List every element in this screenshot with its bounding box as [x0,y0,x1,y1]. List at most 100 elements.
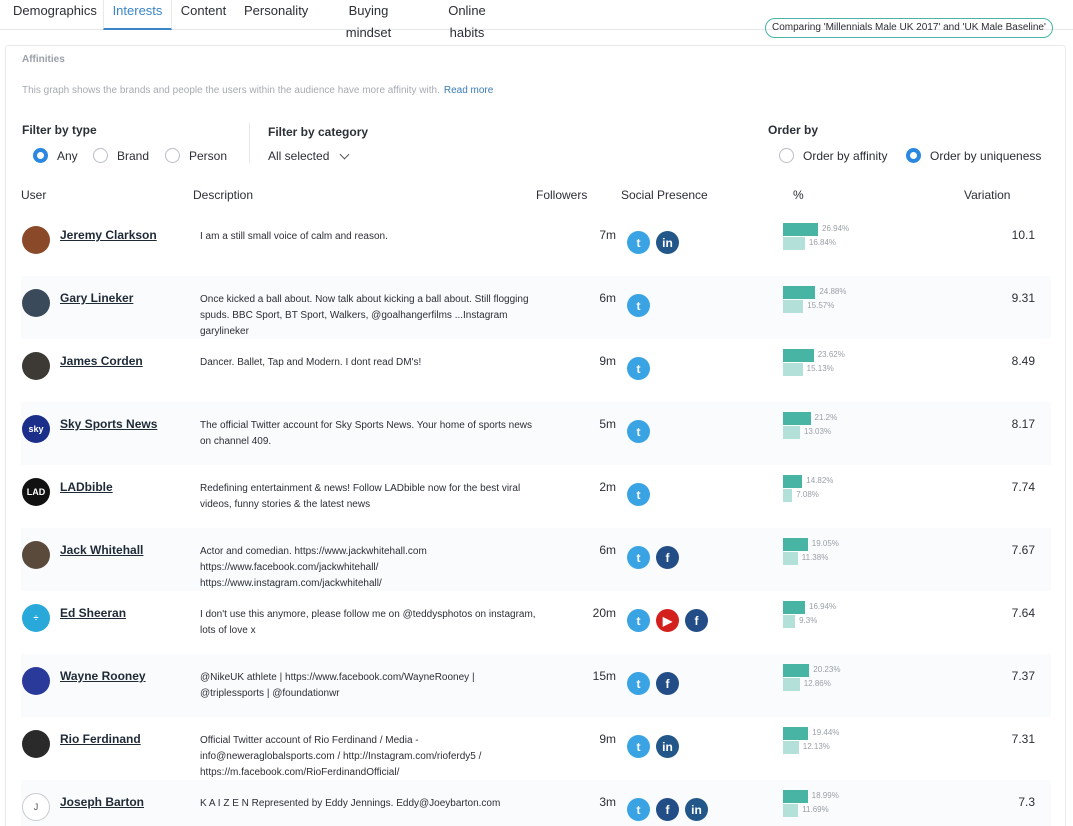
twitter-icon[interactable]: t [627,798,650,821]
column-header-followers: Followers [536,188,588,202]
user-name-link[interactable]: Sky Sports News [60,417,157,431]
variation-value: 7.67 [1011,543,1035,557]
column-header-description: Description [193,188,254,202]
audience-bar [783,475,803,488]
audience-percent-label: 23.62% [817,350,845,359]
audience-bar [783,286,816,299]
type-radio-person[interactable]: Person [165,148,227,163]
table-row: Wayne Rooney @NikeUK athlete | https://ww… [21,654,1051,717]
chevron-down-icon [339,149,350,159]
user-name-link[interactable]: LADbible [60,480,113,494]
social-presence: t [627,294,650,317]
facebook-icon[interactable]: f [656,798,679,821]
twitter-icon[interactable]: t [627,357,650,380]
affinities-panel: Affinities This graph shows the brands a… [5,45,1066,826]
social-presence: t in [627,231,679,254]
table-row: LAD LADbible Redefining entertainment & ne… [21,465,1051,528]
facebook-icon[interactable]: f [685,609,708,632]
order-radio-affinity[interactable]: Order by affinity [779,148,887,163]
user-description: The official Twitter account for Sky Spo… [200,420,533,447]
linkedin-icon[interactable]: in [685,798,708,821]
followers-count: 6m [599,543,616,557]
user-description: I am a still small voice of calm and rea… [200,231,388,242]
percent-bars: 23.62% 15.13% [783,349,903,379]
user-description: @NikeUK athlete | https://www.facebook.c… [200,672,475,699]
social-presence: tf [627,672,679,695]
social-presence: t f in [627,798,708,821]
twitter-icon[interactable]: t [627,609,650,632]
audience-bar [783,412,811,425]
variation-value: 7.37 [1011,669,1035,683]
category-select[interactable]: All selected [268,149,350,163]
avatar: J [22,793,50,821]
user-name-link[interactable]: Jack Whitehall [60,543,143,557]
tab-online-habits[interactable]: Online habits [430,0,504,40]
table-row: Rio Ferdinand Official Twitter account of… [21,717,1051,780]
variation-value: 7.31 [1011,732,1035,746]
user-description: K A I Z E N Represented by Eddy Jennings… [200,798,501,809]
variation-value: 8.17 [1011,417,1035,431]
user-name-link[interactable]: Rio Ferdinand [60,732,141,746]
tab-buying-mindset[interactable]: Buying mindset [325,0,412,40]
tab-content[interactable]: Content [180,0,227,30]
twitter-icon[interactable]: t [627,483,650,506]
user-name-link[interactable]: Ed Sheeran [60,606,126,620]
tab-personality[interactable]: Personality [244,0,308,30]
audience-percent-label: 19.05% [811,539,839,548]
twitter-icon[interactable]: t [627,231,650,254]
table-row: J Joseph Barton K A I Z E N Represented by… [21,780,1051,826]
radio-label: Any [57,148,78,163]
user-name-link[interactable]: Jeremy Clarkson [60,228,157,242]
radio-dot [165,148,180,163]
column-header-variation: Variation [964,188,1011,202]
filter-divider [249,123,250,163]
percent-bars: 19.44% 12.13% [783,727,903,757]
table-row: sky Sky Sports News The official Twitter a… [21,402,1051,465]
panel-description: This graph shows the brands and people t… [22,85,493,96]
order-radio-uniqueness[interactable]: Order by uniqueness [906,148,1041,163]
audience-percent-label: 16.94% [809,602,837,611]
type-radio-any[interactable]: Any [33,148,78,163]
audience-bar [783,727,809,740]
followers-count: 15m [592,669,616,683]
facebook-icon[interactable]: f [656,546,679,569]
user-name-link[interactable]: Wayne Rooney [60,669,146,683]
facebook-icon[interactable]: f [656,672,679,695]
avatar [22,352,50,380]
tab-demographics[interactable]: Demographics [13,0,97,30]
twitter-icon[interactable]: t [627,546,650,569]
type-radio-brand[interactable]: Brand [93,148,149,163]
variation-value: 7.74 [1011,480,1035,494]
youtube-icon[interactable]: ▶ [656,609,679,632]
column-header-social: Social Presence [621,188,708,202]
baseline-bar [783,489,793,502]
baseline-percent-label: 11.38% [801,553,829,562]
avatar: LAD [22,478,50,506]
followers-count: 2m [599,480,616,494]
tab-interests[interactable]: Interests [103,0,172,30]
baseline-bar [783,615,796,628]
linkedin-icon[interactable]: in [656,735,679,758]
twitter-icon[interactable]: t [627,420,650,443]
variation-value: 7.64 [1011,606,1035,620]
column-header-percent: % [793,188,804,202]
read-more-link[interactable]: Read more [444,85,493,96]
audience-percent-label: 20.23% [813,665,841,674]
twitter-icon[interactable]: t [627,672,650,695]
user-name-link[interactable]: Joseph Barton [60,795,144,809]
order-by-label: Order by [768,123,819,137]
audience-bar [783,349,814,362]
linkedin-icon[interactable]: in [656,231,679,254]
comparison-badge: Comparing 'Millennials Male UK 2017' and… [765,18,1053,38]
radio-label: Brand [117,148,150,163]
audience-percent-label: 21.2% [814,413,838,422]
user-name-link[interactable]: James Corden [60,354,143,368]
avatar [22,730,50,758]
twitter-icon[interactable]: t [627,735,650,758]
twitter-icon[interactable]: t [627,294,650,317]
avatar [22,541,50,569]
avatar [22,667,50,695]
percent-bars: 19.05% 11.38% [783,538,903,568]
audience-percent-label: 18.99% [811,791,839,800]
user-name-link[interactable]: Gary Lineker [60,291,133,305]
